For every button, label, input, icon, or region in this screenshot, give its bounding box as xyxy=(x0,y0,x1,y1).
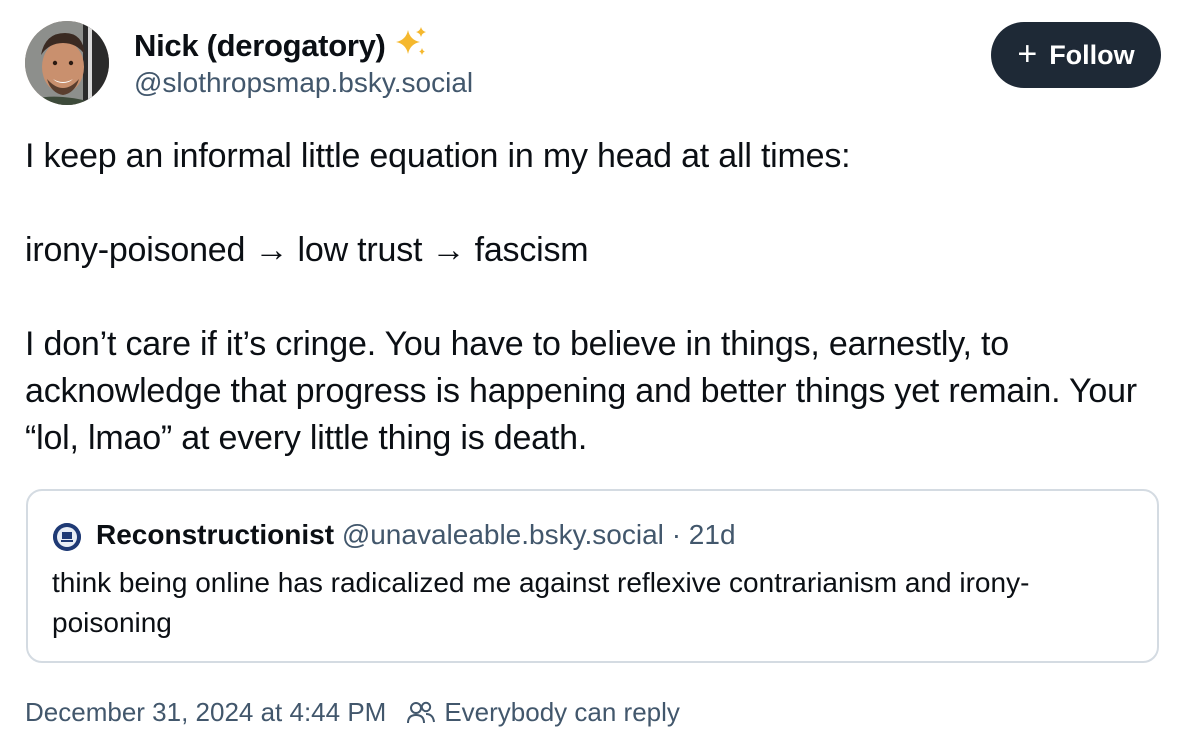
separator-dot: · xyxy=(671,519,682,550)
plus-icon: + xyxy=(1017,34,1038,73)
quoted-handle[interactable]: @unavaleable.bsky.social xyxy=(342,519,664,550)
author-avatar[interactable] xyxy=(25,21,109,105)
post-footer: December 31, 2024 at 4:44 PM Everybody c… xyxy=(25,697,680,728)
follow-button-label: Follow xyxy=(1049,39,1135,70)
post-paragraph: I don’t care if it’s cringe. You have to… xyxy=(25,325,1137,457)
follow-button[interactable]: + Follow xyxy=(991,22,1161,88)
avatar-photo xyxy=(25,21,109,105)
author-display-name[interactable]: Nick (derogatory) xyxy=(134,26,428,66)
author-handle[interactable]: @slothropsmap.bsky.social xyxy=(134,67,473,99)
post-card: Nick (derogatory) @slothropsmap.bsky.soc… xyxy=(0,0,1186,745)
post-body: I keep an informal little equation in my… xyxy=(25,133,1165,462)
quoted-display-name[interactable]: Reconstructionist xyxy=(96,519,334,550)
badge-icon xyxy=(53,523,81,551)
post-timestamp[interactable]: December 31, 2024 at 4:44 PM xyxy=(25,697,386,728)
quoted-post[interactable]: Reconstructionist @unavaleable.bsky.soci… xyxy=(26,489,1159,663)
post-paragraph: irony-poisoned → low trust → fascism xyxy=(25,231,589,269)
sparkles-icon xyxy=(394,26,428,66)
reply-setting[interactable]: Everybody can reply xyxy=(406,697,680,728)
reply-setting-label: Everybody can reply xyxy=(444,697,680,727)
quoted-author-avatar[interactable] xyxy=(53,523,81,551)
post-paragraph: I keep an informal little equation in my… xyxy=(25,137,851,175)
author-name-text: Nick (derogatory) xyxy=(134,28,386,63)
quoted-text: think being online has radicalized me ag… xyxy=(52,567,1030,638)
people-icon xyxy=(407,701,436,723)
quoted-age[interactable]: 21d xyxy=(689,519,736,550)
quoted-header: Reconstructionist @unavaleable.bsky.soci… xyxy=(96,519,736,551)
